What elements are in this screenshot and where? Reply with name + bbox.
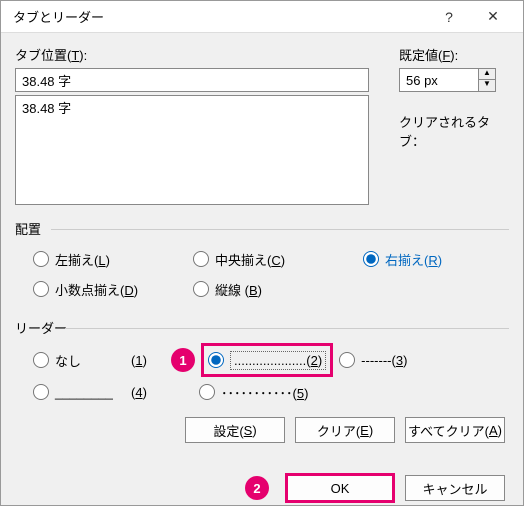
align-left-label[interactable]: 左揃え(L) <box>55 250 110 269</box>
leader-dashes-label[interactable]: -------(3) <box>361 353 407 368</box>
align-decimal-radio[interactable] <box>33 281 49 297</box>
list-item[interactable]: 38.48 字 <box>22 98 362 117</box>
help-button[interactable]: ? <box>427 2 471 32</box>
align-bar-radio[interactable] <box>193 281 209 297</box>
window-title: タブとリーダー <box>9 7 427 26</box>
leader-under-num: (4) <box>131 385 147 400</box>
align-center-label[interactable]: 中央揃え(C) <box>215 250 285 269</box>
align-right-label[interactable]: 右揃え(R) <box>385 250 442 269</box>
clear-all-button[interactable]: すべてクリア(A) <box>405 417 505 443</box>
leader-none-radio[interactable] <box>33 352 49 368</box>
tab-position-list[interactable]: 38.48 字 <box>15 95 369 205</box>
cleared-tabs-label: クリアされるタブ： <box>399 112 509 150</box>
alignment-group-label: 配置 <box>15 219 509 238</box>
align-right-radio[interactable] <box>363 251 379 267</box>
highlight-leader-2: ....................(2) <box>201 343 333 377</box>
align-center-radio[interactable] <box>193 251 209 267</box>
callout-2: 2 <box>245 476 269 500</box>
clear-button[interactable]: クリア(E) <box>295 417 395 443</box>
cancel-button[interactable]: キャンセル <box>405 475 505 501</box>
close-button[interactable]: ✕ <box>471 2 515 32</box>
titlebar: タブとリーダー ? ✕ <box>1 1 523 33</box>
leader-dots-radio[interactable] <box>208 352 224 368</box>
leader-under-radio[interactable] <box>33 384 49 400</box>
default-input[interactable] <box>399 68 479 92</box>
callout-1: 1 <box>171 348 195 372</box>
tab-position-label: タブ位置(T): <box>15 45 369 64</box>
ok-button[interactable]: OK <box>285 473 395 503</box>
leader-none-label[interactable]: なし <box>55 351 81 370</box>
set-button[interactable]: 設定(S) <box>185 417 285 443</box>
leader-mid-label[interactable]: ･･･････････(5) <box>221 383 308 402</box>
leader-dashes-radio[interactable] <box>339 352 355 368</box>
leader-mid-radio[interactable] <box>199 384 215 400</box>
tab-position-input[interactable] <box>15 68 369 92</box>
align-left-radio[interactable] <box>33 251 49 267</box>
default-spinner[interactable]: ▲▼ <box>479 68 496 92</box>
leader-dots-label[interactable]: ....................(2) <box>230 351 326 370</box>
default-label: 既定値(F): <box>399 45 509 64</box>
dialog-window: タブとリーダー ? ✕ タブ位置(T): 38.48 字 既定値(F): <box>0 0 524 506</box>
leader-group-label: リーダー <box>15 318 509 337</box>
align-bar-label[interactable]: 縦線 (B) <box>215 280 262 299</box>
leader-under-label[interactable]: ________ <box>55 385 113 400</box>
align-decimal-label[interactable]: 小数点揃え(D) <box>55 280 138 299</box>
leader-none-num: (1) <box>131 353 147 368</box>
